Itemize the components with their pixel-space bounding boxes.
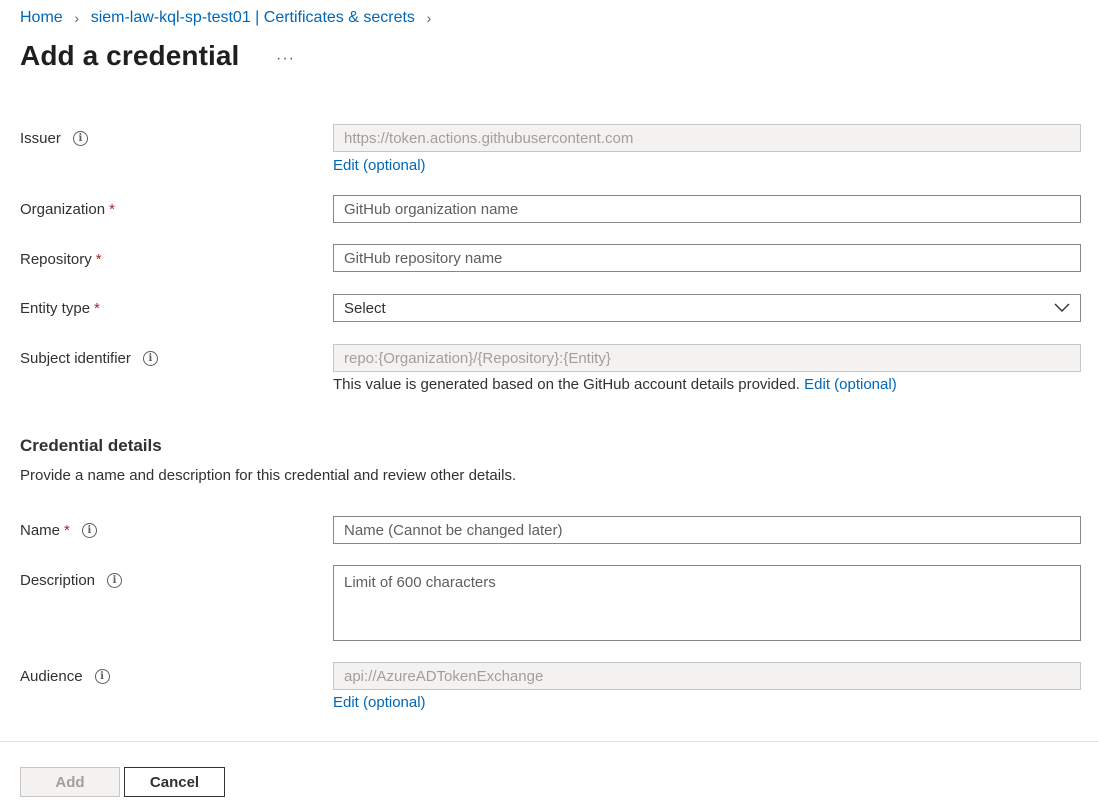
organization-label-text: Organization bbox=[20, 201, 106, 218]
issuer-value: https://token.actions.githubusercontent.… bbox=[344, 129, 634, 147]
breadcrumb: Home › siem-law-kql-sp-test01 | Certific… bbox=[20, 8, 443, 28]
entity-type-select[interactable]: Select bbox=[333, 294, 1081, 322]
section-title: Credential details bbox=[20, 436, 162, 455]
subject-field: repo:{Organization}/{Repository}:{Entity… bbox=[333, 344, 1081, 372]
audience-value: api://AzureADTokenExchange bbox=[344, 667, 544, 685]
name-label-text: Name bbox=[20, 522, 61, 539]
info-icon[interactable]: i bbox=[94, 669, 110, 684]
description-label-text: Description bbox=[20, 572, 96, 589]
repository-input[interactable]: GitHub repository name bbox=[333, 244, 1081, 272]
entity-type-selected: Select bbox=[344, 299, 386, 317]
description-placeholder: Limit of 600 characters bbox=[344, 574, 496, 591]
repository-placeholder: GitHub repository name bbox=[344, 249, 503, 267]
audience-label-text: Audience bbox=[20, 668, 83, 685]
subject-value: repo:{Organization}/{Repository}:{Entity… bbox=[344, 349, 611, 367]
subject-label: Subject identifier i bbox=[20, 350, 158, 367]
audience-field: api://AzureADTokenExchange bbox=[333, 662, 1081, 690]
chevron-right-icon: › bbox=[426, 10, 432, 26]
chevron-right-icon: › bbox=[74, 10, 80, 26]
entity-type-label-text: Entity type bbox=[20, 300, 91, 317]
info-icon[interactable]: i bbox=[107, 573, 123, 588]
subject-help: This value is generated based on the Git… bbox=[333, 376, 897, 393]
subject-label-text: Subject identifier bbox=[20, 350, 131, 367]
cancel-button[interactable]: Cancel bbox=[124, 767, 225, 797]
required-marker: * bbox=[94, 300, 100, 317]
description-label: Description i bbox=[20, 572, 123, 589]
issuer-label: Issuer i bbox=[20, 130, 88, 147]
organization-label: Organization * bbox=[20, 201, 115, 218]
name-label: Name * i bbox=[20, 522, 97, 539]
page-title: Add a credential bbox=[20, 40, 240, 71]
subject-edit-link[interactable]: Edit (optional) bbox=[804, 376, 897, 393]
repository-label: Repository * bbox=[20, 251, 102, 268]
repository-label-text: Repository bbox=[20, 251, 92, 268]
more-options-button[interactable]: ··· bbox=[276, 50, 295, 68]
chevron-down-icon bbox=[1054, 303, 1070, 312]
name-placeholder: Name (Cannot be changed later) bbox=[344, 521, 563, 539]
add-button[interactable]: Add bbox=[20, 767, 120, 797]
issuer-edit-link[interactable]: Edit (optional) bbox=[333, 157, 426, 174]
breadcrumb-home-link[interactable]: Home bbox=[20, 9, 63, 27]
info-icon[interactable]: i bbox=[72, 131, 88, 146]
info-icon[interactable]: i bbox=[81, 523, 97, 538]
required-marker: * bbox=[109, 201, 115, 218]
subject-help-text: This value is generated based on the Git… bbox=[333, 376, 800, 393]
required-marker: * bbox=[95, 251, 102, 268]
audience-edit-link[interactable]: Edit (optional) bbox=[333, 694, 426, 711]
info-icon[interactable]: i bbox=[142, 351, 158, 366]
description-textarea[interactable]: Limit of 600 characters bbox=[333, 565, 1081, 641]
organization-placeholder: GitHub organization name bbox=[344, 200, 519, 218]
name-input[interactable]: Name (Cannot be changed later) bbox=[333, 516, 1081, 544]
breadcrumb-app-link[interactable]: siem-law-kql-sp-test01 | Certificates & … bbox=[91, 9, 415, 27]
organization-input[interactable]: GitHub organization name bbox=[333, 195, 1081, 223]
footer-divider bbox=[0, 741, 1098, 742]
section-description: Provide a name and description for this … bbox=[20, 467, 517, 484]
entity-type-label: Entity type * bbox=[20, 300, 100, 317]
issuer-field: https://token.actions.githubusercontent.… bbox=[333, 124, 1081, 152]
required-marker: * bbox=[64, 522, 70, 539]
audience-label: Audience i bbox=[20, 668, 110, 685]
issuer-label-text: Issuer bbox=[20, 130, 61, 147]
